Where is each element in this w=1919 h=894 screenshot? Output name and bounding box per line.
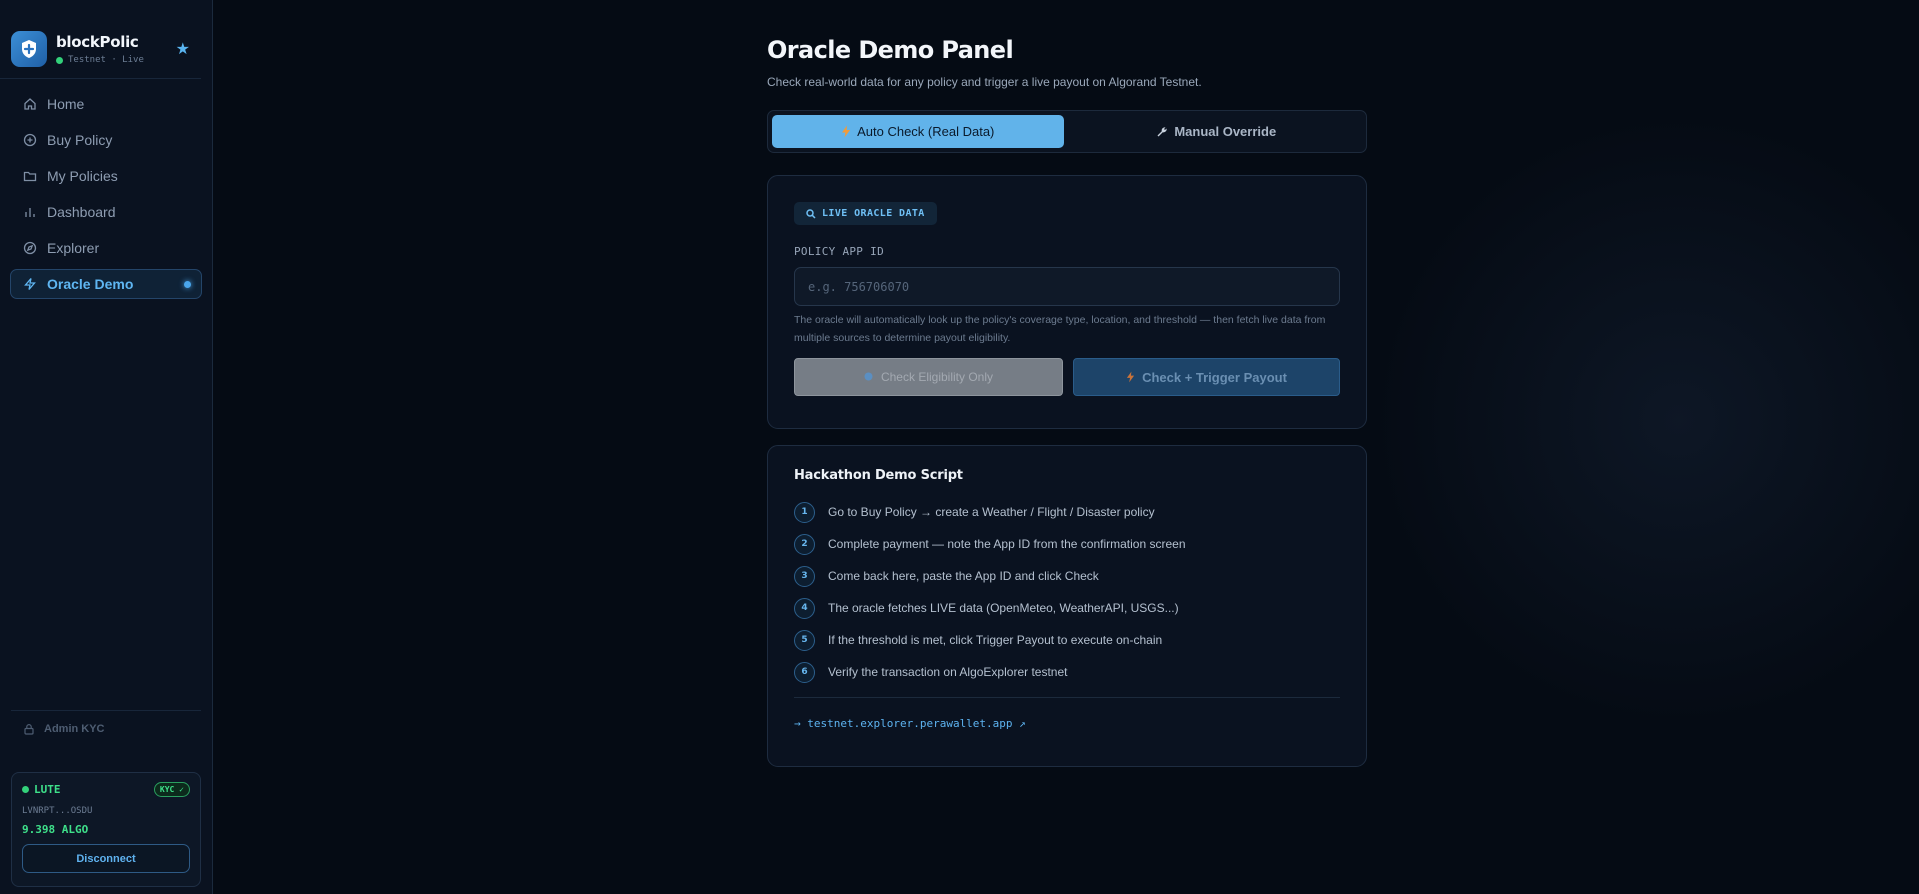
wallet-name: LUTE [22, 783, 61, 796]
step-text: Go to Buy Policy → create a Weather / Fl… [828, 505, 1155, 519]
connected-dot-icon [22, 786, 29, 793]
button-label: Check Eligibility Only [880, 370, 994, 384]
button-label: Check + Trigger Payout [1142, 369, 1287, 385]
step-number: 1 [794, 501, 815, 523]
bolt-icon [841, 125, 851, 138]
sidebar-item-label: Explorer [47, 240, 100, 256]
step-number: 2 [794, 533, 815, 555]
demo-script-card: Hackathon Demo Script 1 Go to Buy Policy… [767, 445, 1367, 767]
list-item: 1 Go to Buy Policy → create a Weather / … [794, 501, 1340, 523]
policy-app-id-label: POLICY APP ID [794, 245, 884, 258]
wallet-card: LUTE KYC ✓ LVNRPT...OSDU 9.398 ALGO Disc… [11, 772, 201, 887]
wallet-provider: LUTE [34, 783, 61, 796]
step-list: 1 Go to Buy Policy → create a Weather / … [794, 501, 1340, 683]
action-buttons: Check Eligibility Only Check + Trigger P… [794, 358, 1340, 396]
list-item: 5 If the threshold is met, click Trigger… [794, 629, 1340, 651]
step-number: 6 [794, 661, 815, 683]
live-oracle-badge: LIVE ORACLE DATA [794, 202, 937, 225]
disconnect-button[interactable]: Disconnect [22, 844, 190, 873]
home-icon [22, 96, 38, 112]
oracle-panel: Oracle Demo Panel Check real-world data … [767, 36, 1367, 767]
step-number: 3 [794, 565, 815, 587]
app-root: blockPolic Testnet · Live ★ Home Buy Pol… [0, 0, 1919, 894]
list-item: 4 The oracle fetches LIVE data (OpenMete… [794, 597, 1340, 619]
list-item: 6 Verify the transaction on AlgoExplorer… [794, 661, 1340, 683]
active-indicator-icon [184, 280, 191, 288]
sidebar-item-my-policies[interactable]: My Policies [10, 161, 202, 191]
star-icon[interactable]: ★ [176, 39, 190, 59]
bolt-icon [1126, 371, 1135, 383]
magnifier-icon [806, 208, 816, 219]
admin-kyc-link[interactable]: Admin KYC [11, 710, 201, 735]
lightning-icon [22, 276, 38, 292]
wrench-icon [1156, 126, 1168, 138]
main-content: Oracle Demo Panel Check real-world data … [213, 0, 1919, 894]
folder-icon [22, 168, 38, 184]
sidebar-item-label: Home [47, 96, 85, 112]
oracle-help-text: The oracle will automatically look up th… [794, 314, 1326, 344]
sidebar-item-label: Buy Policy [47, 132, 113, 148]
bar-chart-icon [22, 204, 38, 220]
wallet-header: LUTE KYC ✓ [22, 782, 190, 797]
tab-label: Manual Override [1174, 124, 1277, 139]
sidebar-item-dashboard[interactable]: Dashboard [10, 197, 202, 227]
step-text: If the threshold is met, click Trigger P… [828, 633, 1163, 647]
shield-logo-icon [11, 31, 47, 67]
sidebar-item-label: My Policies [47, 168, 118, 184]
admin-kyc-label: Admin KYC [44, 723, 105, 735]
lock-icon [23, 723, 35, 735]
sidebar: blockPolic Testnet · Live ★ Home Buy Pol… [0, 0, 213, 894]
list-item: 2 Complete payment — note the App ID fro… [794, 533, 1340, 555]
page-subtitle: Check real-world data for any policy and… [767, 75, 1202, 89]
sidebar-item-home[interactable]: Home [10, 89, 202, 119]
tab-auto-check[interactable]: Auto Check (Real Data) [772, 115, 1064, 148]
script-title: Hackathon Demo Script [794, 468, 963, 483]
divider [794, 697, 1340, 698]
badge-label: LIVE ORACLE DATA [822, 208, 925, 219]
tab-manual-override[interactable]: Manual Override [1071, 115, 1363, 148]
kyc-badge: KYC ✓ [153, 782, 190, 797]
step-text: Complete payment — note the App ID from … [828, 537, 1186, 551]
step-text: Verify the transaction on AlgoExplorer t… [828, 665, 1068, 679]
status-dot-icon [56, 56, 63, 64]
policy-app-id-input[interactable] [794, 267, 1340, 306]
list-item: 3 Come back here, paste the App ID and c… [794, 565, 1340, 587]
wallet-balance: 9.398 ALGO [22, 823, 89, 836]
sidebar-item-buy-policy[interactable]: Buy Policy [10, 125, 202, 155]
sidebar-item-label: Oracle Demo [47, 276, 134, 292]
step-number: 5 [794, 629, 815, 651]
network-status: Testnet · Live [56, 55, 166, 65]
step-number: 4 [794, 597, 815, 619]
sidebar-nav: Home Buy Policy My Policies Dashboard Ex… [0, 79, 212, 299]
network-label: Testnet · Live [68, 55, 144, 65]
check-eligibility-button[interactable]: Check Eligibility Only [794, 358, 1063, 396]
explorer-link[interactable]: → testnet.explorer.perawallet.app ↗ [794, 717, 1026, 730]
compass-icon [22, 240, 38, 256]
step-text: The oracle fetches LIVE data (OpenMeteo,… [828, 601, 1179, 615]
search-icon [864, 372, 874, 382]
oracle-check-card: LIVE ORACLE DATA POLICY APP ID The oracl… [767, 175, 1367, 429]
sidebar-item-oracle-demo[interactable]: Oracle Demo [10, 269, 202, 299]
tab-label: Auto Check (Real Data) [857, 124, 995, 139]
mode-tabs: Auto Check (Real Data) Manual Override [767, 110, 1367, 153]
sidebar-item-explorer[interactable]: Explorer [10, 233, 202, 263]
brand: blockPolic Testnet · Live ★ [0, 0, 201, 79]
trigger-payout-button[interactable]: Check + Trigger Payout [1073, 358, 1340, 396]
brand-text: blockPolic Testnet · Live [56, 33, 166, 65]
sidebar-item-label: Dashboard [47, 204, 116, 220]
brand-name: blockPolic [56, 33, 139, 51]
page-title: Oracle Demo Panel [767, 36, 1014, 64]
plus-circle-icon [22, 132, 38, 148]
step-text: Come back here, paste the App ID and cli… [828, 569, 1099, 583]
wallet-address: LVNRPT...OSDU [22, 806, 93, 816]
